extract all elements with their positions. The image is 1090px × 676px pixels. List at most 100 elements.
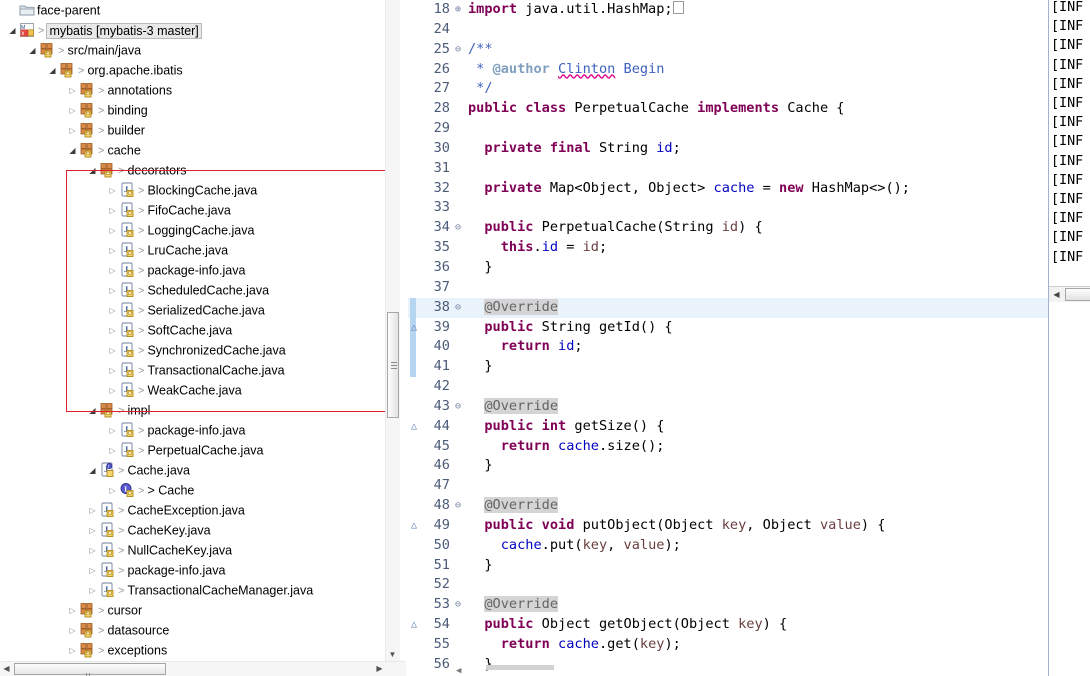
package-explorer-tree[interactable]: face-parent ◢ Mx > mybatis [mybatis-3 master… — [0, 0, 386, 662]
code-line[interactable]: △ 54 public Object getObject(Object key) … — [408, 615, 1048, 635]
expand-arrow-closed-icon[interactable]: ▷ — [86, 561, 99, 581]
tree-item-package-info-java[interactable]: ▷ J > package-info.java — [0, 420, 386, 440]
tree-item-builder[interactable]: ▷ > builder — [0, 120, 386, 140]
code-line[interactable]: 45 return cache.size(); — [408, 437, 1048, 457]
expand-arrow-open-icon[interactable]: ◢ — [66, 141, 79, 161]
console-horizontal-scroll-thumb[interactable] — [1065, 288, 1090, 301]
code-folding-icon[interactable]: ⊖ — [452, 496, 464, 516]
tree-item-cache[interactable]: ▷ I > > Cache — [0, 480, 386, 500]
tree-item-blockingcache-java[interactable]: ▷ J > BlockingCache.java — [0, 180, 386, 200]
tree-item-src-main-java[interactable]: ◢ > src/main/java — [0, 40, 386, 60]
scroll-right-arrow-icon[interactable]: ▶ — [373, 662, 386, 676]
code-folding-icon[interactable]: ⊖ — [452, 298, 464, 318]
expand-arrow-closed-icon[interactable]: ▷ — [106, 241, 119, 261]
expand-arrow-closed-icon[interactable]: ▷ — [86, 581, 99, 601]
code-line[interactable]: 47 — [408, 476, 1048, 496]
tree-item-weakcache-java[interactable]: ▷ J > WeakCache.java — [0, 380, 386, 400]
tree-item-transactionalcachemanager-java[interactable]: ▷ J > TransactionalCacheManager.java — [0, 580, 386, 600]
console-horizontal-scrollbar[interactable]: ◀ — [1049, 286, 1090, 303]
code-line[interactable]: 42 — [408, 377, 1048, 397]
code-line[interactable]: △ 49 public void putObject(Object key, Ob… — [408, 516, 1048, 536]
code-line[interactable]: 34 ⊖ public PerpetualCache(String id) { — [408, 218, 1048, 238]
tree-item-package-info-java[interactable]: ▷ J > package-info.java — [0, 560, 386, 580]
expand-arrow-closed-icon[interactable]: ▷ — [106, 181, 119, 201]
tree-vertical-scroll-thumb[interactable] — [387, 312, 399, 418]
code-line[interactable]: 43 ⊖ @Override — [408, 397, 1048, 417]
tree-item-perpetualcache-java[interactable]: ▷ J > PerpetualCache.java — [0, 440, 386, 460]
editor-scroll-arrow-icon[interactable]: ◀ — [456, 666, 461, 676]
tree-item-cache[interactable]: ◢ > cache — [0, 140, 386, 160]
expand-arrow-closed-icon[interactable]: ▷ — [86, 541, 99, 561]
console-scroll-left-arrow-icon[interactable]: ◀ — [1050, 288, 1063, 301]
expand-arrow-open-icon[interactable]: ◢ — [86, 461, 99, 481]
expand-arrow-closed-icon[interactable]: ▷ — [106, 301, 119, 321]
tree-vertical-scrollbar[interactable]: ▼ — [385, 0, 400, 662]
tree-item-lrucache-java[interactable]: ▷ J > LruCache.java — [0, 240, 386, 260]
tree-horizontal-scrollbar[interactable]: ◀ ▶ — [0, 661, 406, 676]
tree-item-datasource[interactable]: ▷ > datasource — [0, 620, 386, 640]
code-line[interactable]: 31 — [408, 159, 1048, 179]
expand-arrow-closed-icon[interactable]: ▷ — [106, 261, 119, 281]
tree-item-softcache-java[interactable]: ▷ J > SoftCache.java — [0, 320, 386, 340]
tree-item-org-apache-ibatis[interactable]: ◢ > org.apache.ibatis — [0, 60, 386, 80]
tree-item-loggingcache-java[interactable]: ▷ J > LoggingCache.java — [0, 220, 386, 240]
expand-arrow-closed-icon[interactable]: ▷ — [106, 341, 119, 361]
code-line[interactable]: 48 ⊖ @Override — [408, 496, 1048, 516]
expand-arrow-closed-icon[interactable]: ▷ — [66, 601, 79, 621]
code-line[interactable]: 37 — [408, 278, 1048, 298]
code-folding-icon[interactable]: ⊖ — [452, 40, 464, 60]
expand-arrow-open-icon[interactable]: ◢ — [26, 41, 39, 61]
scroll-left-arrow-icon[interactable]: ◀ — [0, 662, 13, 676]
code-line[interactable]: 24 — [408, 20, 1048, 40]
code-folding-icon[interactable]: ⊖ — [452, 595, 464, 615]
code-line[interactable]: △ 44 public int getSize() { — [408, 417, 1048, 437]
tree-item-annotations[interactable]: ▷ > annotations — [0, 80, 386, 100]
tree-item-serializedcache-java[interactable]: ▷ J > SerializedCache.java — [0, 300, 386, 320]
console-panel[interactable]: [INF [INF [INF [INF [INF [INF [INF [INF … — [1048, 0, 1090, 676]
expand-arrow-closed-icon[interactable]: ▷ — [66, 81, 79, 101]
tree-item-nullcachekey-java[interactable]: ▷ J > NullCacheKey.java — [0, 540, 386, 560]
expand-arrow-open-icon[interactable]: ◢ — [6, 21, 19, 41]
editor-line-container[interactable]: 18 ⊕ import java.util.HashMap; 24 25 ⊖/** 26 *… — [408, 0, 1048, 676]
code-line[interactable]: 40 return id; — [408, 337, 1048, 358]
expand-arrow-open-icon[interactable]: ◢ — [86, 401, 99, 421]
tree-item-binding[interactable]: ▷ > binding — [0, 100, 386, 120]
code-line[interactable]: 46 } — [408, 456, 1048, 476]
tree-item-mybatis-mybatis-3-master[interactable]: ◢ Mx > mybatis [mybatis-3 master] — [0, 20, 386, 40]
tree-item-cursor[interactable]: ▷ > cursor — [0, 600, 386, 620]
tree-item-impl[interactable]: ◢ > impl — [0, 400, 386, 420]
expand-arrow-closed-icon[interactable]: ▷ — [86, 521, 99, 541]
code-folding-icon[interactable]: ⊖ — [452, 397, 464, 417]
code-line[interactable]: 35 this.id = id; — [408, 238, 1048, 258]
code-line[interactable]: 29 — [408, 119, 1048, 139]
expand-arrow-closed-icon[interactable]: ▷ — [106, 441, 119, 461]
code-line[interactable]: 25 ⊖/** — [408, 40, 1048, 60]
code-line[interactable]: 30 private final String id; — [408, 139, 1048, 159]
code-line[interactable]: △ 39 public String getId() { — [408, 317, 1048, 338]
expand-arrow-closed-icon[interactable]: ▷ — [106, 281, 119, 301]
code-line[interactable]: 28 public class PerpetualCache implements… — [408, 99, 1048, 119]
scroll-down-arrow-icon[interactable]: ▼ — [386, 648, 399, 662]
tree-item-decorators[interactable]: ◢ > decorators — [0, 160, 386, 180]
expand-arrow-closed-icon[interactable]: ▷ — [106, 321, 119, 341]
expand-arrow-closed-icon[interactable]: ▷ — [66, 101, 79, 121]
tree-item-cache-java[interactable]: ◢ J I > Cache.java — [0, 460, 386, 480]
code-line[interactable]: 32 private Map<Object, Object> cache = n… — [408, 179, 1048, 199]
tree-item-transactionalcache-java[interactable]: ▷ J > TransactionalCache.java — [0, 360, 386, 380]
expand-arrow-closed-icon[interactable]: ▷ — [86, 501, 99, 521]
code-line[interactable]: 26 * @author Clinton Begin — [408, 60, 1048, 80]
tree-item-package-info-java[interactable]: ▷ J > package-info.java — [0, 260, 386, 280]
tree-item-synchronizedcache-java[interactable]: ▷ J > SynchronizedCache.java — [0, 340, 386, 360]
code-line[interactable]: 36 } — [408, 258, 1048, 278]
expand-arrow-closed-icon[interactable]: ▷ — [66, 641, 79, 661]
expand-arrow-closed-icon[interactable]: ▷ — [106, 201, 119, 221]
code-folding-icon[interactable]: ⊕ — [452, 0, 464, 20]
tree-item-cacheexception-java[interactable]: ▷ J > CacheException.java — [0, 500, 386, 520]
code-folding-icon[interactable]: ⊖ — [452, 218, 464, 238]
tree-horizontal-scroll-thumb[interactable] — [14, 663, 166, 676]
code-line[interactable]: 55 return cache.get(key); — [408, 635, 1048, 655]
code-line[interactable]: 52 — [408, 575, 1048, 595]
expand-arrow-closed-icon[interactable]: ▷ — [106, 221, 119, 241]
tree-item-face-parent[interactable]: face-parent — [0, 0, 386, 20]
expand-arrow-closed-icon[interactable]: ▷ — [106, 421, 119, 441]
